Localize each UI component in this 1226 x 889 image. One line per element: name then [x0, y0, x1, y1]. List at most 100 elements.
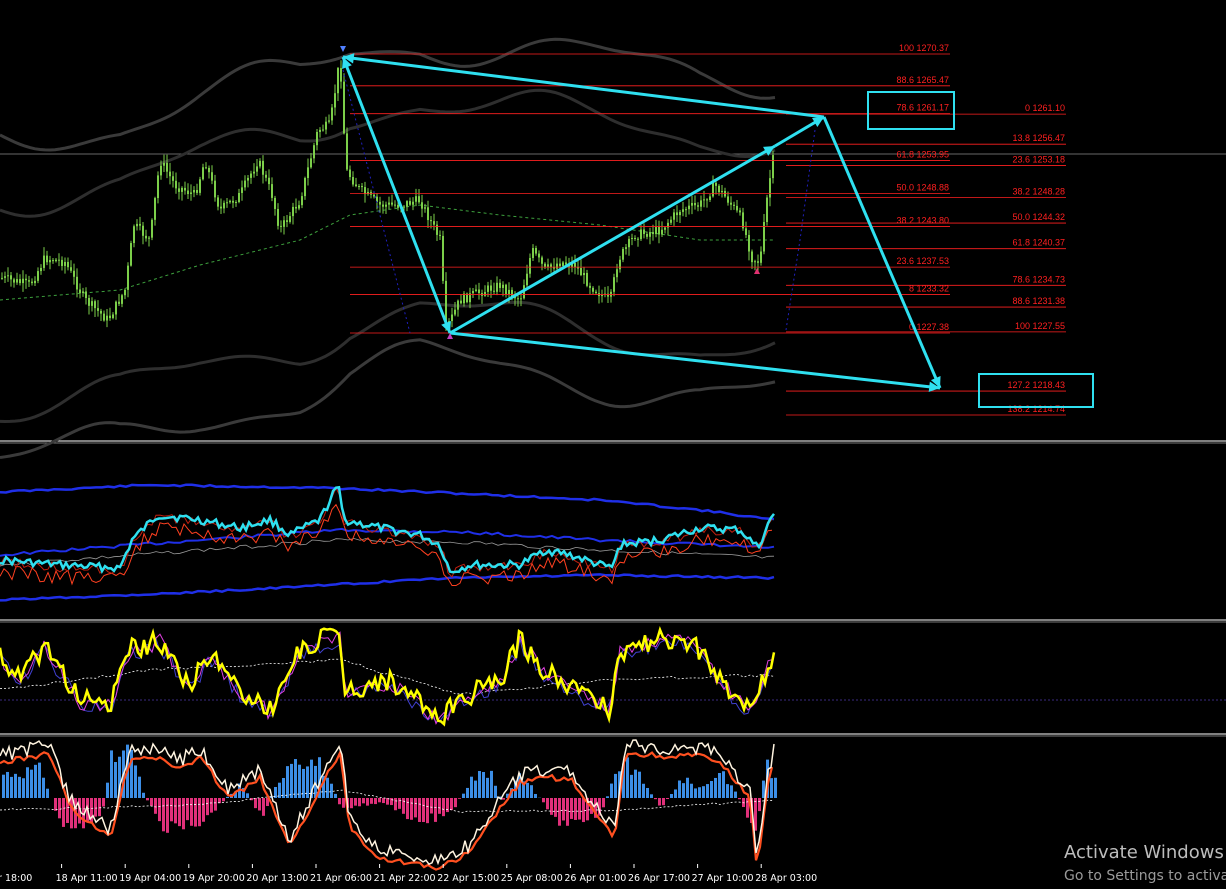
candle — [316, 129, 318, 151]
candle — [634, 235, 636, 241]
candle — [226, 198, 228, 208]
x-tick-label: 22 Apr 15:00 — [437, 873, 499, 884]
candle — [94, 299, 96, 318]
candle — [40, 264, 42, 275]
histogram-bar — [382, 798, 385, 804]
candle — [4, 271, 6, 283]
candle — [736, 199, 738, 213]
candle — [355, 177, 357, 188]
histogram-bar — [422, 798, 425, 823]
fib-label-right: 88.6 1231.38 — [1012, 296, 1065, 306]
candle — [235, 200, 237, 207]
x-tick-label: 26 Apr 01:00 — [564, 873, 626, 884]
histogram-bar — [614, 773, 617, 798]
indicator-panel-oscillator — [0, 626, 1226, 727]
candle — [739, 207, 741, 216]
histogram-bar — [162, 798, 165, 832]
candle — [682, 201, 684, 217]
candle — [613, 273, 615, 297]
candle — [505, 283, 507, 298]
histogram-bar — [474, 780, 477, 798]
candle — [169, 162, 171, 185]
histogram-bar — [526, 782, 529, 798]
fib-label-left: 23.6 1237.53 — [896, 256, 949, 266]
candle — [733, 201, 735, 210]
candle — [313, 142, 315, 164]
histogram-bar — [634, 769, 637, 798]
candle — [412, 197, 414, 211]
histogram-bar — [706, 784, 709, 798]
x-axis: pr 18:00 18 Apr 11:0019 Apr 04:0019 Apr 2… — [0, 864, 817, 884]
histogram-bar — [114, 761, 117, 798]
x-tick-label: 18 Apr 11:00 — [56, 873, 118, 884]
oscillator-signal — [0, 636, 773, 723]
candle — [361, 182, 363, 193]
candle — [256, 158, 258, 176]
candle — [670, 216, 672, 226]
candle — [751, 249, 753, 269]
candle — [625, 244, 627, 255]
histogram-bar — [342, 798, 345, 808]
histogram-bar — [290, 763, 293, 798]
candle — [322, 124, 324, 132]
fib-label-right: 100 1227.55 — [1015, 321, 1065, 331]
candle — [541, 255, 543, 271]
histogram-bar — [10, 776, 13, 798]
histogram-bar — [570, 798, 573, 819]
candle — [211, 165, 213, 185]
histogram-bar — [402, 798, 405, 814]
candle — [1, 272, 3, 280]
candle — [82, 287, 84, 297]
candle — [127, 262, 129, 298]
candle — [250, 170, 252, 184]
candle — [529, 253, 531, 278]
candlesticks — [1, 60, 774, 334]
candle — [637, 237, 639, 247]
candle — [118, 293, 120, 307]
candle — [181, 186, 183, 201]
histogram-bar — [490, 770, 493, 798]
price-chart[interactable]: 100 1270.37 88.6 1265.47 78.6 1261.17 61.8 … — [0, 0, 1226, 889]
candle — [421, 194, 423, 218]
x-tick-label: 21 Apr 22:00 — [374, 873, 436, 884]
histogram-bar — [182, 798, 185, 830]
candle — [130, 240, 132, 267]
candle — [343, 73, 345, 135]
histogram-bar — [438, 798, 441, 814]
candle — [7, 267, 9, 282]
candle — [337, 67, 339, 101]
candle — [25, 274, 27, 289]
candle — [184, 181, 186, 195]
histogram-bar — [446, 798, 449, 813]
candle — [112, 312, 114, 320]
candle — [334, 84, 336, 116]
histogram-bar — [682, 783, 685, 798]
candle — [253, 163, 255, 178]
histogram-bar — [354, 798, 357, 806]
candle — [370, 189, 372, 199]
candle — [13, 277, 15, 288]
candle — [352, 171, 354, 187]
candle — [583, 266, 585, 284]
candle — [52, 257, 54, 264]
envelope-bands — [0, 37, 776, 459]
candle — [646, 231, 648, 240]
histogram-bar — [54, 798, 57, 811]
histogram-bar — [22, 778, 25, 798]
candle — [475, 284, 477, 293]
candle — [70, 260, 72, 273]
histogram-bar — [206, 798, 209, 816]
candle — [640, 225, 642, 242]
histogram-bar — [462, 793, 465, 798]
candle — [10, 272, 12, 287]
candle — [745, 221, 747, 239]
candle — [304, 176, 306, 200]
candle — [490, 279, 492, 298]
red-line — [0, 503, 773, 586]
candle — [592, 286, 594, 295]
histogram-bar — [362, 798, 365, 804]
histogram-bar — [330, 783, 333, 798]
histogram-bar — [246, 793, 249, 798]
candle — [223, 200, 225, 214]
candle — [526, 264, 528, 288]
